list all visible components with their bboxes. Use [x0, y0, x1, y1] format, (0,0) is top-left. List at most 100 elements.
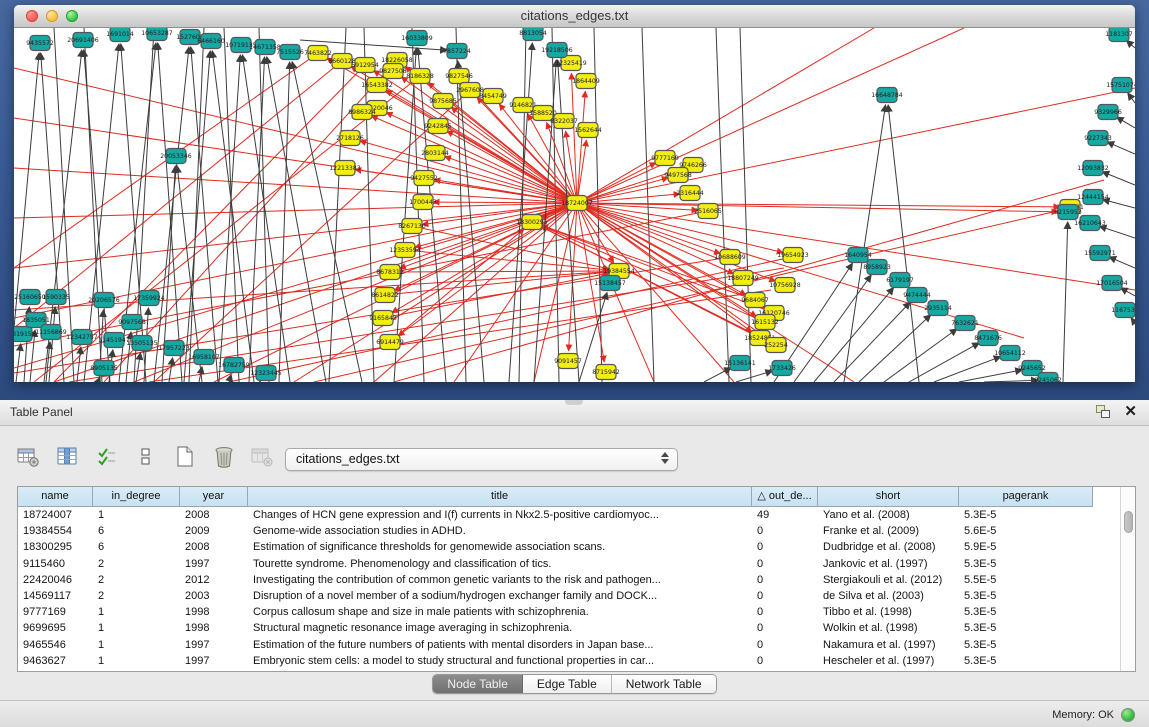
graph-node[interactable]: 2803144 [421, 146, 449, 161]
graph-node[interactable]: 9091457 [554, 354, 582, 369]
table-row[interactable]: 969969511998Structural magnetic resonanc… [18, 620, 1135, 636]
graph-node[interactable]: 10654112 [994, 346, 1026, 361]
graph-node[interactable]: 1590335 [42, 290, 70, 305]
window-titlebar[interactable]: citations_edges.txt [14, 5, 1135, 28]
graph-node[interactable]: 8614822 [371, 288, 399, 303]
graph-node[interactable]: 8454749 [479, 89, 507, 104]
graph-node[interactable]: 16210643 [1074, 216, 1106, 231]
column-header[interactable]: year [180, 487, 248, 507]
close-window-button[interactable] [26, 10, 38, 22]
graph-node[interactable]: 9245062 [1034, 373, 1062, 383]
graph-node[interactable]: 16782759 [218, 358, 250, 373]
graph-node[interactable]: 9319158 [14, 327, 36, 342]
graph-node[interactable]: 10756928 [769, 278, 801, 293]
new-table-icon[interactable] [172, 444, 198, 470]
table-row[interactable]: 1938455462009Genome-wide association stu… [18, 523, 1135, 539]
table-row[interactable]: 1830029562008Estimation of significance … [18, 539, 1135, 555]
graph-node[interactable]: 9875685 [429, 94, 457, 109]
graph-node[interactable]: 7515526 [276, 45, 304, 60]
column-header[interactable]: in_degree [93, 487, 180, 507]
tab-network-table[interactable]: Network Table [612, 675, 716, 693]
graph-node[interactable]: 9827508 [379, 64, 407, 79]
table-selector-dropdown[interactable]: citations_edges.txt [285, 448, 678, 471]
graph-node[interactable]: 16648784 [871, 88, 903, 103]
graph-node[interactable]: 12444154 [1077, 190, 1109, 205]
tab-edge-table[interactable]: Edge Table [523, 675, 612, 693]
graph-node[interactable]: 8986324 [348, 105, 376, 120]
graph-node[interactable]: 1864409 [572, 74, 600, 89]
scrollbar-thumb[interactable] [1124, 511, 1133, 533]
close-panel-icon[interactable]: ✕ [1124, 405, 1137, 419]
graph-node[interactable]: 2718126 [336, 131, 364, 146]
graph-node[interactable]: 9684067 [741, 293, 769, 308]
graph-node[interactable]: 19654923 [777, 248, 809, 263]
graph-node[interactable]: 9227343 [1084, 131, 1112, 146]
graph-node[interactable]: 15751074 [1106, 78, 1135, 93]
graph-node[interactable]: 6466160 [197, 34, 225, 49]
graph-node[interactable]: 9827546 [445, 69, 473, 84]
column-header[interactable]: pagerank [959, 487, 1093, 507]
graph-node[interactable]: 1167533 [1111, 303, 1135, 318]
graph-node[interactable]: 252254 [764, 338, 788, 353]
graph-node[interactable]: 1615132 [751, 315, 779, 330]
graph-node[interactable]: 16033809 [401, 31, 433, 46]
table-row[interactable]: 946554611997Estimation of the future num… [18, 637, 1135, 653]
graph-node[interactable]: 12323445 [250, 366, 282, 381]
column-header[interactable]: short [818, 487, 959, 507]
row-checks-icon[interactable] [94, 444, 120, 470]
graph-node[interactable]: 1691014 [106, 28, 134, 42]
graph-node[interactable]: 2935114 [924, 301, 952, 316]
graph-node[interactable]: 8813054 [519, 28, 547, 41]
column-header[interactable]: △ out_de... [752, 487, 818, 507]
column-header[interactable]: title [248, 487, 752, 507]
table-row[interactable]: 1456911722003Disruption of a novel membe… [18, 588, 1135, 604]
graph-node[interactable]: 8715942 [592, 365, 620, 380]
graph-node[interactable]: 8678312 [376, 265, 404, 280]
graph-node[interactable]: 9435572 [26, 36, 54, 51]
graph-node[interactable]: 9777169 [651, 151, 679, 166]
minimize-window-button[interactable] [46, 10, 58, 22]
graph-node[interactable]: 9329966 [1094, 105, 1122, 120]
graph-node[interactable]: 9097568 [118, 315, 146, 330]
network-canvas[interactable]: 1872400718300295193845547463822866012859… [14, 28, 1135, 382]
graph-node[interactable]: 1733426 [768, 361, 796, 376]
graph-node[interactable]: 7632621 [951, 316, 979, 331]
graph-node[interactable]: 20691406 [67, 33, 99, 48]
graph-node[interactable]: 6179197 [886, 273, 914, 288]
graph-node[interactable]: 2316444 [676, 186, 704, 201]
graph-node[interactable]: 6914479 [376, 335, 404, 350]
graph-node[interactable]: 8267130 [398, 219, 426, 234]
graph-node[interactable]: 11451947 [98, 333, 130, 348]
table-row[interactable]: 911546021997Tourette syndrome. Phenomeno… [18, 556, 1135, 572]
graph-node[interactable]: 8958923 [863, 260, 891, 275]
graph-node[interactable]: 10688609 [714, 250, 746, 265]
graph-node[interactable]: 12353594 [389, 243, 421, 258]
table-row[interactable]: 2242004622012Investigating the contribut… [18, 572, 1135, 588]
graph-node[interactable]: 9165843 [369, 311, 397, 326]
table-scrollbar[interactable] [1120, 487, 1135, 671]
graph-node[interactable]: 25160650 [14, 290, 46, 305]
graph-node[interactable]: 12213383 [329, 161, 361, 176]
graph-node[interactable]: 7857224 [443, 44, 471, 59]
graph-node[interactable]: 1700443 [409, 195, 437, 210]
graph-node[interactable]: 2516065 [694, 204, 722, 219]
table-row[interactable]: 977716911998Corpus callosum shape and si… [18, 604, 1135, 620]
tab-node-table[interactable]: Node Table [433, 675, 523, 693]
graph-node[interactable]: 9427552 [410, 171, 438, 186]
graph-node[interactable]: 9497568 [664, 168, 692, 183]
graph-node[interactable]: 5912954 [351, 58, 379, 73]
zoom-window-button[interactable] [66, 10, 78, 22]
table-row[interactable]: 946362711997Embryonic stem cells: a mode… [18, 653, 1135, 669]
select-columns-icon[interactable] [55, 444, 81, 470]
graph-node[interactable]: 8905135 [90, 361, 118, 376]
graph-node[interactable]: 8186328 [406, 69, 434, 84]
graph-node[interactable]: 12093832 [1077, 161, 1109, 176]
graph-node[interactable]: 1181307 [1105, 28, 1133, 42]
table-settings-icon[interactable] [16, 444, 42, 470]
float-panel-icon[interactable] [1096, 405, 1110, 419]
graph-node[interactable]: 8471676 [974, 331, 1002, 346]
graph-node[interactable]: 9242845 [424, 119, 452, 134]
delete-rows-icon[interactable] [211, 444, 237, 470]
graph-node[interactable]: 8215953 [1054, 205, 1082, 220]
graph-node[interactable]: 1562644 [574, 123, 602, 138]
